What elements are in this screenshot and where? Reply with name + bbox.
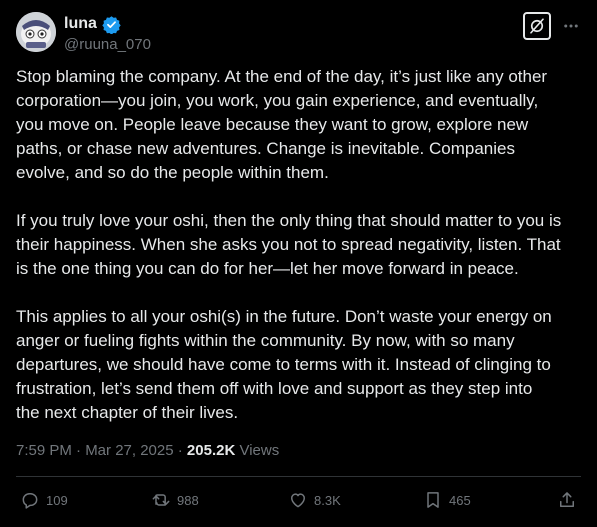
grok-icon	[530, 18, 544, 34]
handle[interactable]: @ruuna_070	[64, 35, 151, 55]
action-bar: 109 988 8.3K 465	[20, 490, 577, 514]
display-name[interactable]: luna	[64, 14, 97, 34]
divider	[16, 476, 581, 477]
more-button[interactable]	[561, 16, 581, 36]
bookmark-button[interactable]: 465	[423, 490, 471, 510]
grok-button[interactable]	[523, 12, 551, 40]
views-label: Views	[235, 442, 280, 459]
reply-count: 109	[46, 492, 68, 508]
post-meta: 7:59 PM · Mar 27, 2025 · 205.2K Views	[16, 441, 279, 461]
bookmark-icon	[427, 492, 439, 508]
views-count[interactable]: 205.2K	[187, 442, 235, 459]
like-button[interactable]: 8.3K	[288, 490, 341, 510]
post-text: Stop blaming the company. At the end of …	[16, 65, 582, 449]
like-count: 8.3K	[314, 492, 341, 508]
post-paragraph: This applies to all your oshi(s) in the …	[16, 307, 552, 422]
post-header: luna @ruuna_070	[16, 12, 581, 54]
bookmark-count: 465	[449, 492, 471, 508]
repost-button[interactable]: 988	[151, 490, 199, 510]
reply-icon	[22, 493, 38, 509]
heart-icon	[291, 493, 305, 508]
author-info: luna @ruuna_070	[64, 14, 151, 55]
timestamp[interactable]: 7:59 PM · Mar 27, 2025 ·	[16, 442, 187, 459]
more-icon	[564, 24, 578, 28]
repost-count: 988	[177, 492, 199, 508]
avatar-image	[16, 12, 56, 52]
verified-badge-icon	[102, 15, 121, 35]
post: luna @ruuna_070 Stop blaming the company…	[0, 0, 597, 527]
reply-button[interactable]: 109	[20, 490, 68, 510]
post-paragraph: If you truly love your oshi, then the on…	[16, 211, 562, 278]
post-paragraph: Stop blaming the company. At the end of …	[16, 67, 548, 182]
share-button[interactable]	[557, 490, 577, 510]
repost-icon	[152, 494, 170, 506]
share-icon	[560, 492, 574, 507]
avatar[interactable]	[16, 12, 56, 52]
